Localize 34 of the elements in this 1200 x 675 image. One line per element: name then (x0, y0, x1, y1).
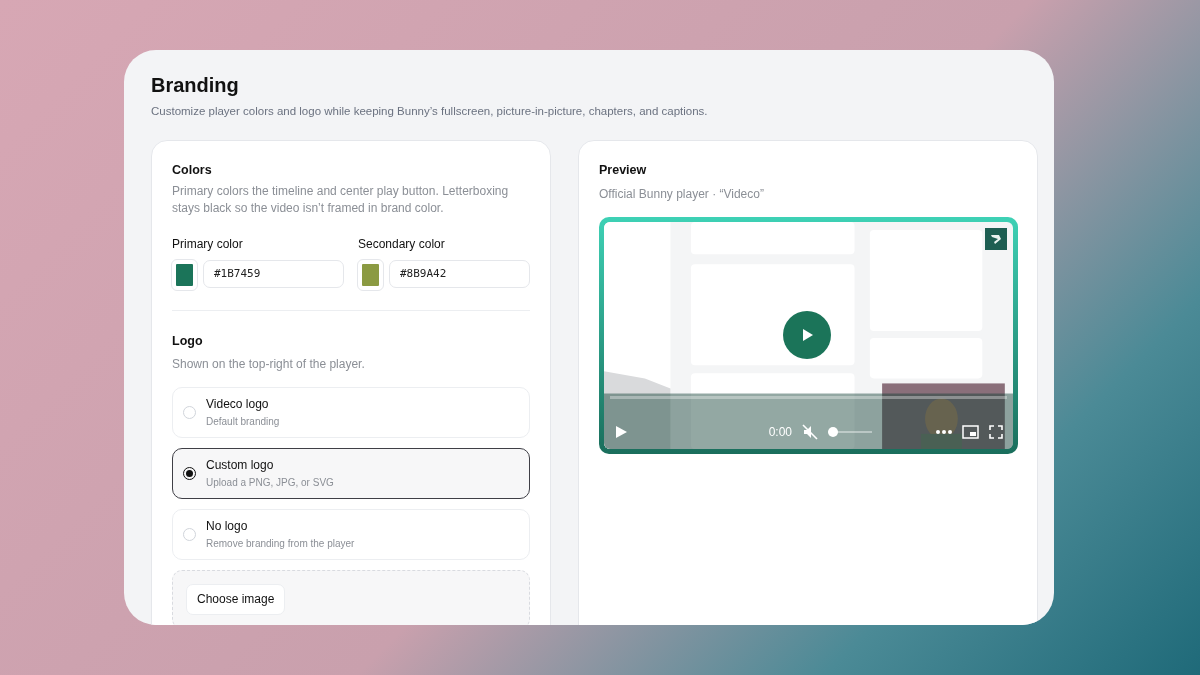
option-hint: Upload a PNG, JPG, or SVG (206, 476, 334, 491)
time-label: 0:00 (768, 424, 792, 441)
option-hint: Remove branding from the player (206, 537, 355, 552)
color-swatch-button[interactable] (172, 260, 197, 290)
logo-icon (985, 228, 1007, 250)
volume-thumb[interactable] (828, 427, 838, 437)
section-description: Official Bunny player · “Videco” (599, 186, 765, 203)
section-description: Primary colors the timeline and center play button. Letterboxing stays black so the video isn’t framed in brand color. (172, 183, 510, 217)
volume-slider[interactable] (828, 427, 872, 437)
color-swatch-button[interactable] (358, 260, 383, 290)
field-label: Primary color (172, 236, 244, 253)
option-label: Custom logo (206, 457, 275, 475)
section-title: Colors (172, 162, 213, 180)
hex-input-field[interactable]: #8B9A42 (389, 260, 530, 288)
page-subtitle: Customize player colors and logo while keeping Bunny’s fullscreen, picture-in-picture, chapters, and captions. (151, 104, 709, 119)
option-hint: Default branding (206, 415, 280, 430)
logo-option[interactable]: Custom logo Upload a PNG, JPG, or SVG (172, 447, 530, 499)
section-title: Preview (599, 162, 648, 180)
play-icon[interactable] (614, 425, 628, 439)
logo-option[interactable]: Videco logo Default branding (172, 386, 530, 438)
section-description: Shown on the top-right of the player. (172, 355, 366, 373)
option-label: Videco logo (206, 396, 270, 414)
page-title: Branding (151, 73, 240, 98)
logo-option[interactable]: No logo Remove branding from the player (172, 508, 530, 560)
choose-image-button[interactable]: Choose image (186, 583, 286, 615)
section-title: Logo (172, 333, 204, 350)
option-label: No logo (206, 518, 249, 536)
hex-input-field[interactable]: #1B7459 (203, 260, 344, 288)
fullscreen-icon[interactable] (989, 425, 1003, 439)
field-label: Secondary color (358, 236, 446, 253)
picture-in-picture-icon[interactable] (962, 425, 979, 439)
more-icon[interactable] (936, 430, 952, 434)
progress-track[interactable] (610, 396, 1007, 399)
muted-speaker-icon[interactable] (802, 424, 818, 440)
